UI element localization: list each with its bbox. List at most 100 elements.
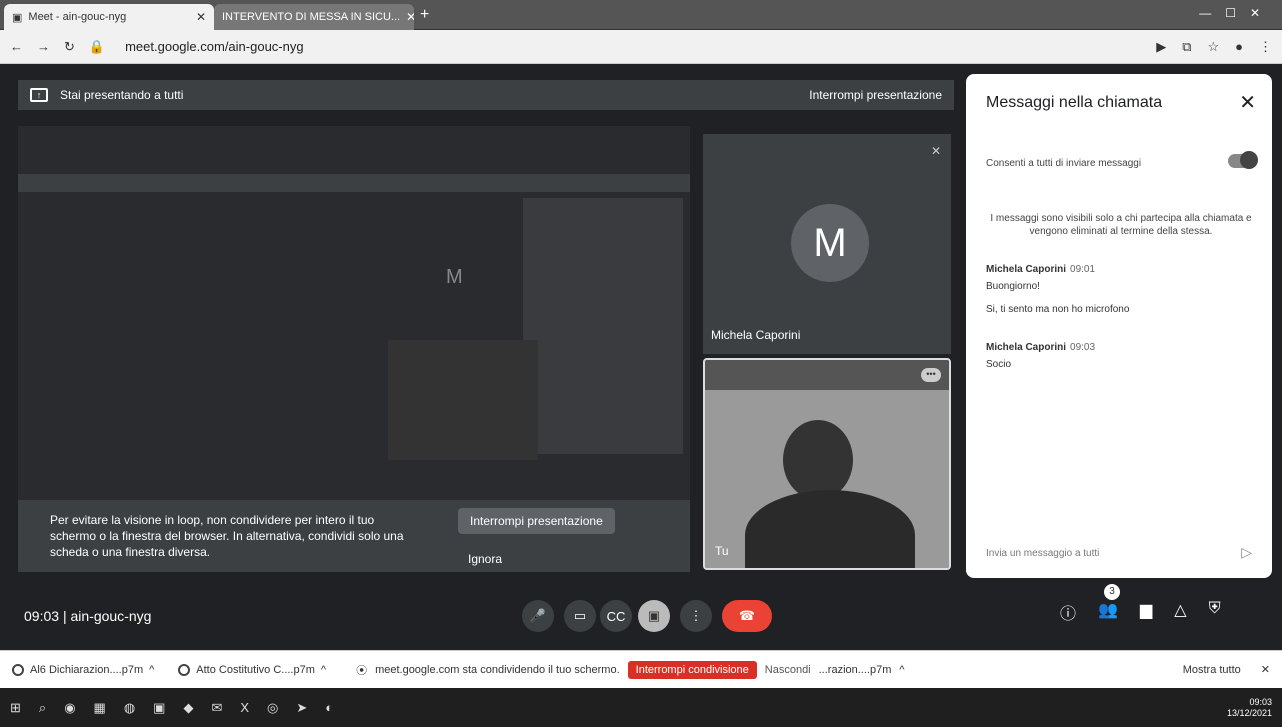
system-tray[interactable]: 09:03 13/12/2021 xyxy=(1227,697,1272,719)
app-icon[interactable]: ➤ xyxy=(296,700,307,716)
close-downloads-icon[interactable]: ✕ xyxy=(1261,663,1270,676)
download-item[interactable]: Al6 Dichiarazion....p7m ^ xyxy=(0,663,166,676)
participant-tile-self[interactable]: ••• Tu xyxy=(703,358,951,570)
hide-button[interactable]: Nascondi xyxy=(765,664,811,676)
captions-button[interactable]: CC xyxy=(600,600,632,632)
download-item[interactable]: Atto Costitutivo C....p7m ^ xyxy=(166,663,338,676)
presenting-banner: ↑ Stai presentando a tutti Interrompi pr… xyxy=(18,80,954,110)
participant-tile-michela[interactable]: ✕ M Michela Caporini xyxy=(703,134,951,354)
hang-up-button[interactable]: ☎ xyxy=(722,600,772,632)
show-all-link[interactable]: Mostra tutto xyxy=(1183,664,1241,676)
person-head xyxy=(783,420,853,500)
app-icon[interactable]: ◐ xyxy=(325,700,333,715)
message-author: Michela Caporini xyxy=(986,342,1067,353)
present-button[interactable]: ▣ xyxy=(638,600,670,632)
more-options-icon[interactable]: ••• xyxy=(921,368,941,382)
security-icon[interactable]: ⛨ xyxy=(1209,600,1221,624)
app-icon[interactable]: ◍ xyxy=(124,700,135,716)
cast-icon[interactable]: ⧉ xyxy=(1182,39,1191,55)
download-name[interactable]: ...razion....p7m xyxy=(819,664,892,676)
info-icon[interactable]: ⓘ xyxy=(1060,600,1076,624)
file-icon xyxy=(12,663,24,676)
mic-button[interactable]: 🎤 xyxy=(522,600,554,632)
side-controls: ⓘ 👥 ▆ △ ⛨ xyxy=(1060,600,1221,624)
presenting-text: Stai presentando a tutti xyxy=(60,88,184,102)
video-ceiling xyxy=(705,360,949,390)
participants-count-badge: 3 xyxy=(1104,584,1120,600)
close-icon[interactable]: ✕ xyxy=(1239,90,1256,115)
tab-document-label: INTERVENTO DI MESSA IN SICU... xyxy=(222,11,401,23)
preview-strip xyxy=(18,174,690,192)
message-time: 09:03 xyxy=(1070,342,1096,353)
windows-start-icon[interactable]: ⊞ xyxy=(10,700,21,716)
stop-presenting-link[interactable]: Interrompi presentazione xyxy=(809,88,942,102)
chat-message: Michela Caporini 09:03 Socio xyxy=(986,342,1095,370)
chat-input[interactable]: Invia un messaggio a tutti xyxy=(986,548,1099,559)
meeting-code: ain-gouc-nyg xyxy=(70,608,152,624)
message-time: 09:01 xyxy=(1070,264,1096,275)
menu-icon[interactable]: ⋮ xyxy=(1259,39,1272,55)
message-author: Michela Caporini xyxy=(986,264,1067,275)
app-icon[interactable]: ◉ xyxy=(64,700,75,716)
app-icon[interactable]: ▣ xyxy=(153,700,165,716)
camera-button[interactable]: ▭ xyxy=(564,600,596,632)
tab-meet-label: Meet - ain-gouc-nyg xyxy=(28,11,127,23)
tab-document[interactable]: INTERVENTO DI MESSA IN SICU... ✕ xyxy=(214,4,414,30)
browser-tab-bar: ▣ Meet - ain-gouc-nyg ✕ INTERVENTO DI ME… xyxy=(0,0,1282,30)
close-tab-icon[interactable]: ✕ xyxy=(406,10,414,24)
address-bar: ← → ↻ 🔒 meet.google.com/ain-gouc-nyg ▶ ⧉… xyxy=(0,30,1282,64)
profile-avatar-icon[interactable]: ● xyxy=(1235,39,1243,54)
tab-meet[interactable]: ▣ Meet - ain-gouc-nyg ✕ xyxy=(4,4,214,30)
permission-label: Consenti a tutti di inviare messaggi xyxy=(986,158,1142,169)
bottom-controls: 09:03 | ain-gouc-nyg 🎤 ▭ CC ▣ ⋮ ☎ xyxy=(0,592,960,642)
stop-sharing-button[interactable]: Interrompi condivisione xyxy=(627,660,757,679)
share-text: meet.google.com sta condividendo il tuo … xyxy=(375,663,620,676)
permission-toggle[interactable] xyxy=(1228,151,1258,169)
chevron-up-icon[interactable]: ^ xyxy=(899,664,904,676)
message-text: Buongiorno! xyxy=(986,281,1040,292)
send-icon[interactable]: ▷ xyxy=(1241,544,1252,561)
url-field[interactable]: meet.google.com/ain-gouc-nyg xyxy=(125,39,304,54)
chevron-up-icon[interactable]: ^ xyxy=(321,664,326,676)
meet-favicon-icon: ▣ xyxy=(12,11,23,24)
chat-message: Michela Caporini 09:01 Buongiorno! Si, ti… xyxy=(986,264,1129,315)
excel-icon[interactable]: X xyxy=(240,700,249,715)
camera-indicator-icon[interactable]: ▶ xyxy=(1156,39,1166,55)
ignore-button[interactable]: Ignora xyxy=(468,552,502,566)
reload-icon[interactable]: ↻ xyxy=(64,39,75,55)
back-icon[interactable]: ← xyxy=(10,39,23,54)
window-controls[interactable]: —☐✕ xyxy=(1199,6,1274,20)
lock-icon: 🔒 xyxy=(88,38,106,54)
mail-icon[interactable]: ✉ xyxy=(211,700,222,716)
meeting-time: 09:03 xyxy=(24,608,60,624)
search-icon[interactable]: ⌕ xyxy=(39,700,46,716)
chat-info: I messaggi sono visibili solo a chi part… xyxy=(990,213,1252,237)
preview-sub-window xyxy=(388,340,538,460)
chat-icon[interactable]: ▆ xyxy=(1140,600,1152,624)
warning-text: Per evitare la visione in loop, non cond… xyxy=(50,513,404,559)
shared-screen-preview: M xyxy=(18,126,690,556)
file-icon xyxy=(178,663,191,676)
app-icon[interactable]: ▦ xyxy=(94,700,106,716)
forward-icon[interactable]: → xyxy=(37,39,50,54)
people-icon[interactable]: 👥 xyxy=(1098,600,1118,624)
chat-title: Messaggi nella chiamata xyxy=(986,94,1163,111)
present-icon: ↑ xyxy=(30,88,48,102)
new-tab-button[interactable]: + xyxy=(420,6,429,24)
bookmark-star-icon[interactable]: ☆ xyxy=(1207,39,1219,55)
close-tab-icon[interactable]: ✕ xyxy=(196,10,206,24)
meeting-info: 09:03 | ain-gouc-nyg xyxy=(24,608,151,624)
stop-presenting-button[interactable]: Interrompi presentazione xyxy=(458,508,615,534)
more-options-button[interactable]: ⋮ xyxy=(680,600,712,632)
chevron-up-icon[interactable]: ^ xyxy=(149,664,154,676)
clock-date: 13/12/2021 xyxy=(1226,707,1272,718)
present-screen-icon: ▣ xyxy=(647,608,661,623)
message-text: Si, ti sento ma non ho microfono xyxy=(986,304,1130,315)
download-name: Atto Costitutivo C....p7m xyxy=(196,663,315,676)
camera-icon: ▭ xyxy=(573,608,587,623)
activities-icon[interactable]: △ xyxy=(1174,600,1186,624)
chrome-icon[interactable]: ◎ xyxy=(267,700,278,716)
app-icon[interactable]: ◆ xyxy=(183,700,193,716)
preview-inner-window xyxy=(523,198,683,454)
meeting-separator: | xyxy=(62,608,67,624)
